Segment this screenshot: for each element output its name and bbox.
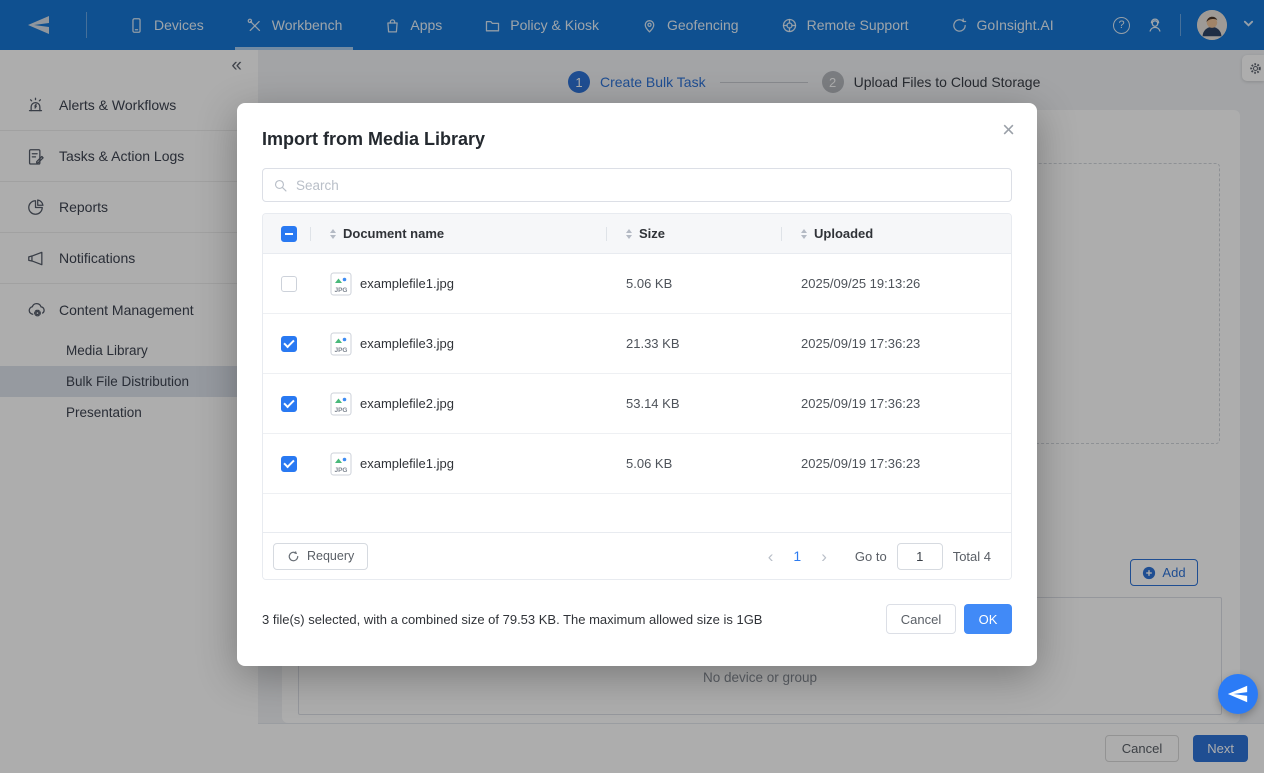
jpg-file-icon: JPG	[330, 332, 352, 356]
row-checkbox[interactable]	[281, 276, 297, 292]
requery-button[interactable]: Requery	[273, 543, 368, 570]
file-uploaded: 2025/09/19 17:36:23	[801, 396, 920, 411]
support-fab-paper-plane-icon[interactable]	[1218, 674, 1258, 714]
sort-document-name-icon[interactable]	[330, 229, 336, 239]
table-row[interactable]: JPG examplefile3.jpg 21.33 KB 2025/09/19…	[263, 314, 1011, 374]
file-uploaded: 2025/09/19 17:36:23	[801, 336, 920, 351]
column-header-size[interactable]: Size	[639, 226, 665, 241]
table-footer: Requery ‹ 1 › Go to Total 4	[263, 532, 1011, 579]
file-size: 5.06 KB	[626, 456, 672, 471]
table-header: Document name Size Uploaded	[263, 214, 1011, 254]
file-size: 53.14 KB	[626, 396, 680, 411]
svg-text:JPG: JPG	[334, 407, 347, 414]
row-checkbox[interactable]	[281, 396, 297, 412]
prev-page-icon[interactable]: ‹	[764, 548, 778, 565]
table-row[interactable]: JPG examplefile2.jpg 53.14 KB 2025/09/19…	[263, 374, 1011, 434]
svg-text:JPG: JPG	[334, 287, 347, 294]
file-name: examplefile1.jpg	[360, 456, 454, 471]
jpg-file-icon: JPG	[330, 392, 352, 416]
file-size: 5.06 KB	[626, 276, 672, 291]
selection-summary: 3 file(s) selected, with a combined size…	[262, 612, 886, 627]
pagination: ‹ 1 › Go to Total 4	[764, 543, 991, 570]
row-checkbox[interactable]	[281, 336, 297, 352]
modal-footer: 3 file(s) selected, with a combined size…	[262, 604, 1012, 634]
jpg-file-icon: JPG	[330, 272, 352, 296]
svg-text:JPG: JPG	[334, 347, 347, 354]
media-table: Document name Size Uploaded JPG examplef…	[262, 213, 1012, 580]
refresh-icon	[287, 550, 300, 563]
table-row[interactable]: JPG examplefile1.jpg 5.06 KB 2025/09/25 …	[263, 254, 1011, 314]
search-box	[262, 168, 1012, 202]
modal-title: Import from Media Library	[262, 129, 485, 150]
file-name: examplefile3.jpg	[360, 336, 454, 351]
next-page-icon[interactable]: ›	[817, 548, 831, 565]
import-media-library-modal: Import from Media Library × Document nam…	[237, 103, 1037, 666]
goto-page-input[interactable]	[897, 543, 943, 570]
page: DevicesWorkbenchAppsPolicy & KioskGeofen…	[0, 0, 1264, 773]
modal-cancel-button[interactable]: Cancel	[886, 604, 956, 634]
current-page[interactable]: 1	[793, 548, 801, 564]
search-icon	[273, 178, 288, 193]
table-row[interactable]: JPG examplefile1.jpg 5.06 KB 2025/09/19 …	[263, 434, 1011, 494]
close-icon[interactable]: ×	[1002, 119, 1015, 141]
goto-label: Go to	[855, 549, 887, 564]
file-size: 21.33 KB	[626, 336, 680, 351]
sort-size-icon[interactable]	[626, 229, 632, 239]
sort-uploaded-icon[interactable]	[801, 229, 807, 239]
file-name: examplefile2.jpg	[360, 396, 454, 411]
requery-label: Requery	[307, 549, 354, 563]
search-input[interactable]	[296, 178, 1001, 193]
file-uploaded: 2025/09/25 19:13:26	[801, 276, 920, 291]
file-name: examplefile1.jpg	[360, 276, 454, 291]
column-header-document-name[interactable]: Document name	[343, 226, 444, 241]
svg-text:JPG: JPG	[334, 467, 347, 474]
column-header-uploaded[interactable]: Uploaded	[814, 226, 873, 241]
jpg-file-icon: JPG	[330, 452, 352, 476]
select-all-checkbox[interactable]	[281, 226, 297, 242]
row-checkbox[interactable]	[281, 456, 297, 472]
file-uploaded: 2025/09/19 17:36:23	[801, 456, 920, 471]
modal-ok-button[interactable]: OK	[964, 604, 1012, 634]
total-count: Total 4	[953, 549, 991, 564]
